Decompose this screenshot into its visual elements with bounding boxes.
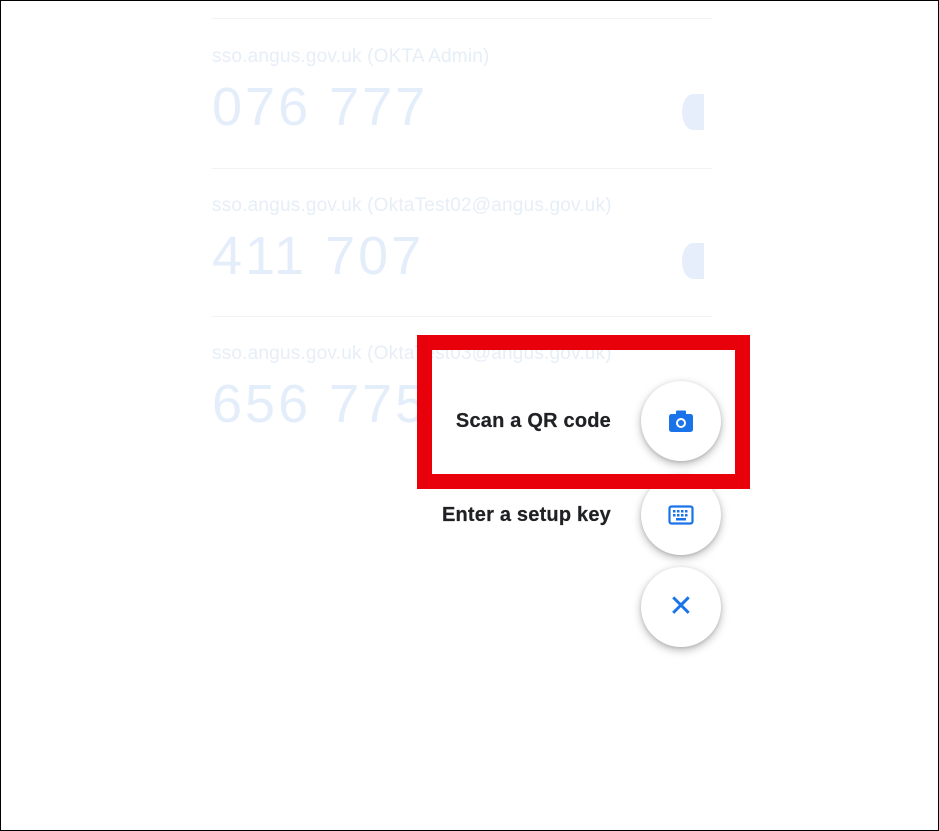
- countdown-timer-icon: [682, 243, 704, 279]
- account-label: sso.angus.gov.uk (OktaTest03@angus.gov.u…: [212, 343, 612, 364]
- close-icon: ✕: [668, 590, 694, 623]
- scan-qr-code-button[interactable]: [641, 381, 721, 461]
- divider: [212, 168, 712, 169]
- camera-icon: [669, 410, 693, 432]
- account-item-2[interactable]: sso.angus.gov.uk (OktaTest02@angus.gov.u…: [212, 195, 732, 283]
- account-code: 076 777: [212, 77, 429, 137]
- close-menu-row[interactable]: ✕: [641, 567, 721, 647]
- account-code: 411 707: [212, 226, 425, 286]
- scan-qr-code-row[interactable]: Scan a QR code: [456, 381, 721, 461]
- enter-setup-key-button[interactable]: [641, 475, 721, 555]
- account-item-1[interactable]: sso.angus.gov.uk (OKTA Admin) 076 777: [212, 46, 732, 134]
- account-label: sso.angus.gov.uk (OktaTest02@angus.gov.u…: [212, 195, 612, 216]
- account-label: sso.angus.gov.uk (OKTA Admin): [212, 46, 490, 67]
- keyboard-icon: [668, 505, 694, 525]
- countdown-timer-icon: [682, 94, 704, 130]
- close-menu-button[interactable]: ✕: [641, 567, 721, 647]
- enter-setup-key-label: Enter a setup key: [441, 503, 611, 526]
- divider: [212, 18, 712, 19]
- scan-qr-code-label: Scan a QR code: [455, 409, 611, 432]
- enter-setup-key-row[interactable]: Enter a setup key: [442, 475, 721, 555]
- divider: [212, 316, 712, 317]
